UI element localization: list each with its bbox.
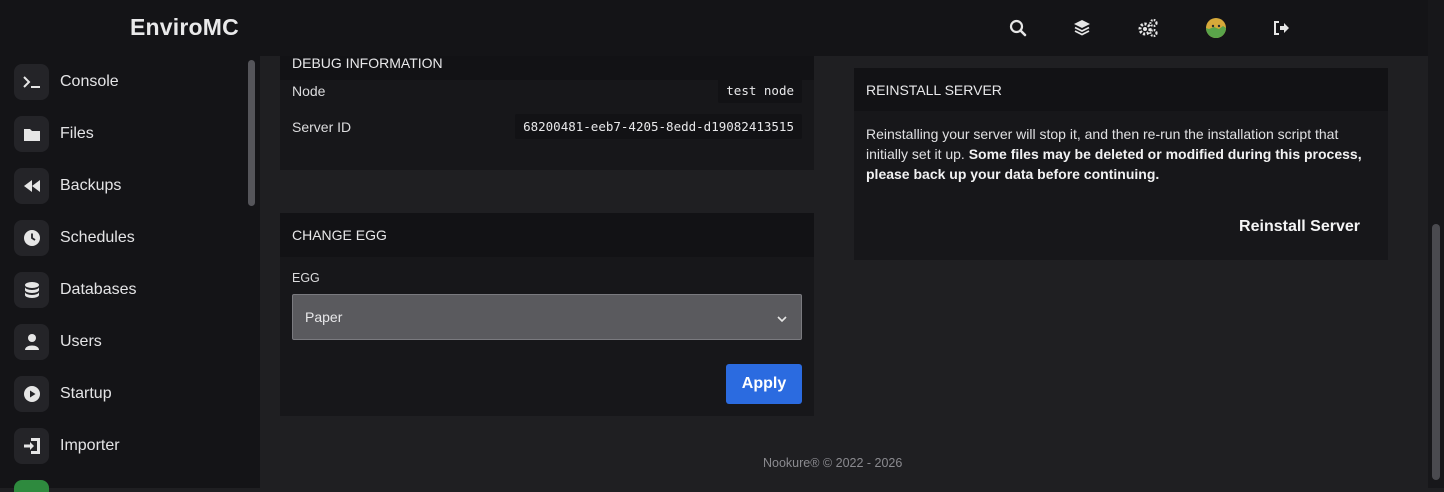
main-scrollbar-thumb[interactable] xyxy=(1432,224,1440,480)
card-title: REINSTALL SERVER xyxy=(854,68,1388,111)
apply-button[interactable]: Apply xyxy=(726,364,802,404)
sidebar-item-files[interactable]: Files xyxy=(14,116,234,152)
sidebar-item-startup[interactable]: Startup xyxy=(14,376,234,412)
folder-icon xyxy=(14,116,49,152)
sidebar-item-schedules[interactable]: Schedules xyxy=(14,220,234,256)
sidebar-item-label: Schedules xyxy=(60,229,135,246)
egg-select-value: Paper xyxy=(305,309,343,325)
chevron-down-icon xyxy=(777,311,787,327)
egg-field-label: EGG xyxy=(292,271,320,285)
layers-icon[interactable] xyxy=(1068,14,1096,42)
node-value: test node xyxy=(718,78,802,103)
sidebar-item-label: Console xyxy=(60,73,119,90)
reinstall-server-card: REINSTALL SERVER Reinstalling your serve… xyxy=(854,68,1388,260)
sidebar-scrollbar[interactable] xyxy=(248,60,255,206)
sidebar-item-users[interactable]: Users xyxy=(14,324,234,360)
change-egg-card: CHANGE EGG EGG Paper Apply xyxy=(280,213,814,416)
reinstall-server-button[interactable]: Reinstall Server xyxy=(1239,218,1360,236)
database-icon xyxy=(14,272,49,308)
search-icon[interactable] xyxy=(1004,14,1032,42)
debug-information-card: DEBUG INFORMATION Node test node Server … xyxy=(280,38,814,170)
cogs-icon[interactable] xyxy=(1134,14,1162,42)
logout-icon[interactable] xyxy=(1268,14,1296,42)
sidebar-item-label: Databases xyxy=(60,281,137,298)
sidebar-item-label: Backups xyxy=(60,177,122,194)
sidebar-item-label: Users xyxy=(60,333,102,350)
play-icon xyxy=(14,376,49,412)
sidebar-item-databases[interactable]: Databases xyxy=(14,272,234,308)
card-title: CHANGE EGG xyxy=(280,213,814,257)
sidebar: Console Files Backups Schedules Database… xyxy=(0,56,260,492)
sidebar-item-backups[interactable]: Backups xyxy=(14,168,234,204)
reinstall-description: Reinstalling your server will stop it, a… xyxy=(866,124,1376,184)
server-id-label: Server ID xyxy=(292,119,352,135)
top-bar: EnviroMC xyxy=(0,0,1428,56)
sidebar-item-label: Startup xyxy=(60,385,112,402)
node-label: Node xyxy=(292,83,326,99)
brand-title[interactable]: EnviroMC xyxy=(130,14,239,41)
footer-copyright: Nookure® © 2022 - 2026 xyxy=(763,456,903,470)
sidebar-item-label: Importer xyxy=(60,437,120,454)
sidebar-item-importer[interactable]: Importer xyxy=(14,428,234,464)
backward-icon xyxy=(14,168,49,204)
main-content: DEBUG INFORMATION Node test node Server … xyxy=(260,38,1428,488)
clock-icon xyxy=(14,220,49,256)
user-icon xyxy=(14,324,49,360)
sidebar-item-console[interactable]: Console xyxy=(14,64,234,100)
sidebar-item-partial[interactable] xyxy=(14,480,49,492)
server-id-value: 68200481-eeb7-4205-8edd-d19082413515 xyxy=(515,114,802,139)
terminal-icon xyxy=(14,64,49,100)
import-icon xyxy=(14,428,49,464)
egg-select[interactable]: Paper xyxy=(292,294,802,340)
sidebar-item-label: Files xyxy=(60,125,94,142)
avatar[interactable] xyxy=(1202,14,1230,42)
